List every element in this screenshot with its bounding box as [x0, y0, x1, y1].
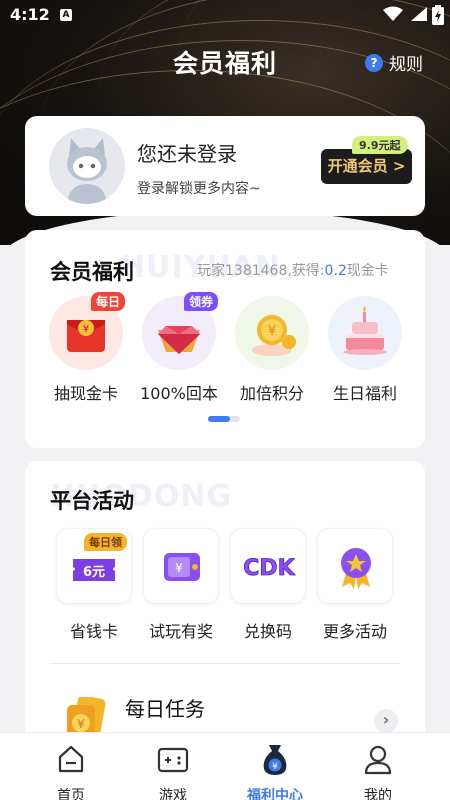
activity-icon-box: CDK	[230, 528, 306, 604]
battery-icon	[432, 5, 444, 25]
tab-label: 首页	[57, 788, 85, 800]
activity-icon-box	[317, 528, 393, 604]
benefit-label: 100%回本	[140, 384, 218, 403]
rules-button[interactable]: ? 规则	[365, 50, 423, 75]
activity-item-savings-card[interactable]: 6元 每日领 省钱卡	[56, 528, 132, 642]
tab-label: 我的	[364, 788, 392, 800]
activity-label: 兑换码	[243, 622, 292, 641]
benefits-card: HUIYUAN 会员福利 玩家1381468,获得:0.2现金卡 ¥ 每日 抽现…	[25, 230, 425, 448]
benefits-stat-value: 0.2	[324, 263, 347, 279]
daily-claim-tag: 每日领	[84, 533, 127, 551]
benefit-item-double-points[interactable]: ¥ 加倍积分	[231, 296, 313, 404]
svg-text:¥: ¥	[175, 561, 183, 575]
bottom-tab-bar: 首页 游戏 ¥ 福利中心 我的	[0, 732, 450, 800]
svg-text:¥: ¥	[77, 717, 85, 731]
activity-item-trial-reward[interactable]: ¥ 试玩有奖	[143, 528, 219, 642]
tab-label: 游戏	[159, 788, 187, 800]
home-icon	[58, 745, 84, 773]
benefit-icon-bg: ¥	[235, 296, 309, 370]
activities-card: HUODONG 平台活动 6元 每日领 省钱卡 ¥ 试玩有奖 CDK 兑换码 更…	[25, 461, 425, 751]
vip-price-badge: 9.9元起	[352, 136, 408, 154]
benefit-item-cash-card[interactable]: ¥ 每日 抽现金卡	[45, 292, 127, 404]
rules-label: 规则	[389, 55, 423, 75]
svg-text:¥: ¥	[83, 324, 89, 335]
activity-icon-box: ¥	[143, 528, 219, 604]
money-bag-icon: ¥	[263, 745, 287, 775]
daily-task-title: 每日任务	[125, 697, 205, 721]
activity-label: 省钱卡	[69, 622, 118, 641]
gold-coins-icon: ¥	[252, 315, 296, 356]
benefits-stat: 玩家1381468,获得:0.2现金卡	[197, 260, 389, 280]
section-divider	[50, 663, 400, 664]
notification-icon: A	[60, 9, 72, 21]
signal-icon	[411, 7, 427, 21]
tab-mine[interactable]: 我的	[333, 733, 423, 800]
login-card[interactable]: 您还未登录 登录解锁更多内容~ 开通会员 > 9.9元起	[25, 116, 425, 216]
benefit-label: 抽现金卡	[53, 384, 118, 403]
birthday-cake-icon	[343, 306, 387, 355]
tab-home[interactable]: 首页	[26, 733, 116, 800]
gamepad-icon	[157, 747, 189, 773]
svg-text:¥: ¥	[272, 762, 278, 772]
status-bar: 4:12 A	[0, 0, 450, 32]
benefit-item-birthday[interactable]: 生日福利	[324, 296, 406, 404]
carousel-indicator	[208, 416, 240, 422]
cdk-text: CDK	[243, 556, 295, 581]
star-medal-icon	[341, 548, 371, 589]
cdk-icon: CDK	[243, 556, 296, 582]
benefit-label: 生日福利	[332, 384, 397, 403]
tab-label: 福利中心	[247, 788, 303, 800]
activity-item-redeem-code[interactable]: CDK 兑换码	[230, 528, 306, 642]
benefits-stat-suffix: 现金卡	[346, 263, 389, 279]
activity-label: 试玩有奖	[148, 622, 213, 641]
coupon-tag: 领券	[183, 292, 218, 311]
daily-tag: 每日	[90, 292, 125, 311]
activity-label: 更多活动	[322, 622, 387, 641]
benefits-stat-prefix: 玩家1381468,获得:	[197, 263, 325, 279]
activity-icon-box: 6元 每日领	[56, 528, 132, 604]
avatar[interactable]	[49, 128, 125, 204]
activities-title: 平台活动	[50, 489, 134, 513]
default-avatar-icon	[67, 138, 107, 204]
benefit-label: 加倍积分	[239, 384, 304, 403]
activity-item-more[interactable]: 更多活动	[317, 528, 393, 642]
game-reward-icon: ¥	[164, 553, 200, 581]
wifi-icon	[383, 6, 403, 21]
user-icon	[364, 745, 392, 775]
benefit-icon-bg: ¥ 每日	[49, 292, 125, 370]
login-subtitle: 登录解锁更多内容~	[137, 181, 261, 197]
benefit-icon-bg: 领券	[142, 292, 218, 370]
tab-welfare-center[interactable]: ¥ 福利中心	[230, 733, 320, 800]
benefits-title: 会员福利	[50, 260, 134, 284]
status-time: 4:12	[10, 5, 50, 24]
open-vip-button[interactable]: 开通会员 >	[321, 149, 412, 184]
benefit-item-full-refund[interactable]: 领券 100%回本	[138, 292, 220, 404]
coupon-value: 6元	[83, 565, 105, 580]
svg-text:¥: ¥	[268, 324, 276, 339]
login-title: 您还未登录	[137, 142, 237, 166]
question-icon: ?	[365, 53, 383, 72]
daily-task-arrow-button[interactable]: ›	[374, 709, 398, 733]
tab-games[interactable]: 游戏	[128, 733, 218, 800]
benefit-icon-bg	[328, 296, 402, 370]
